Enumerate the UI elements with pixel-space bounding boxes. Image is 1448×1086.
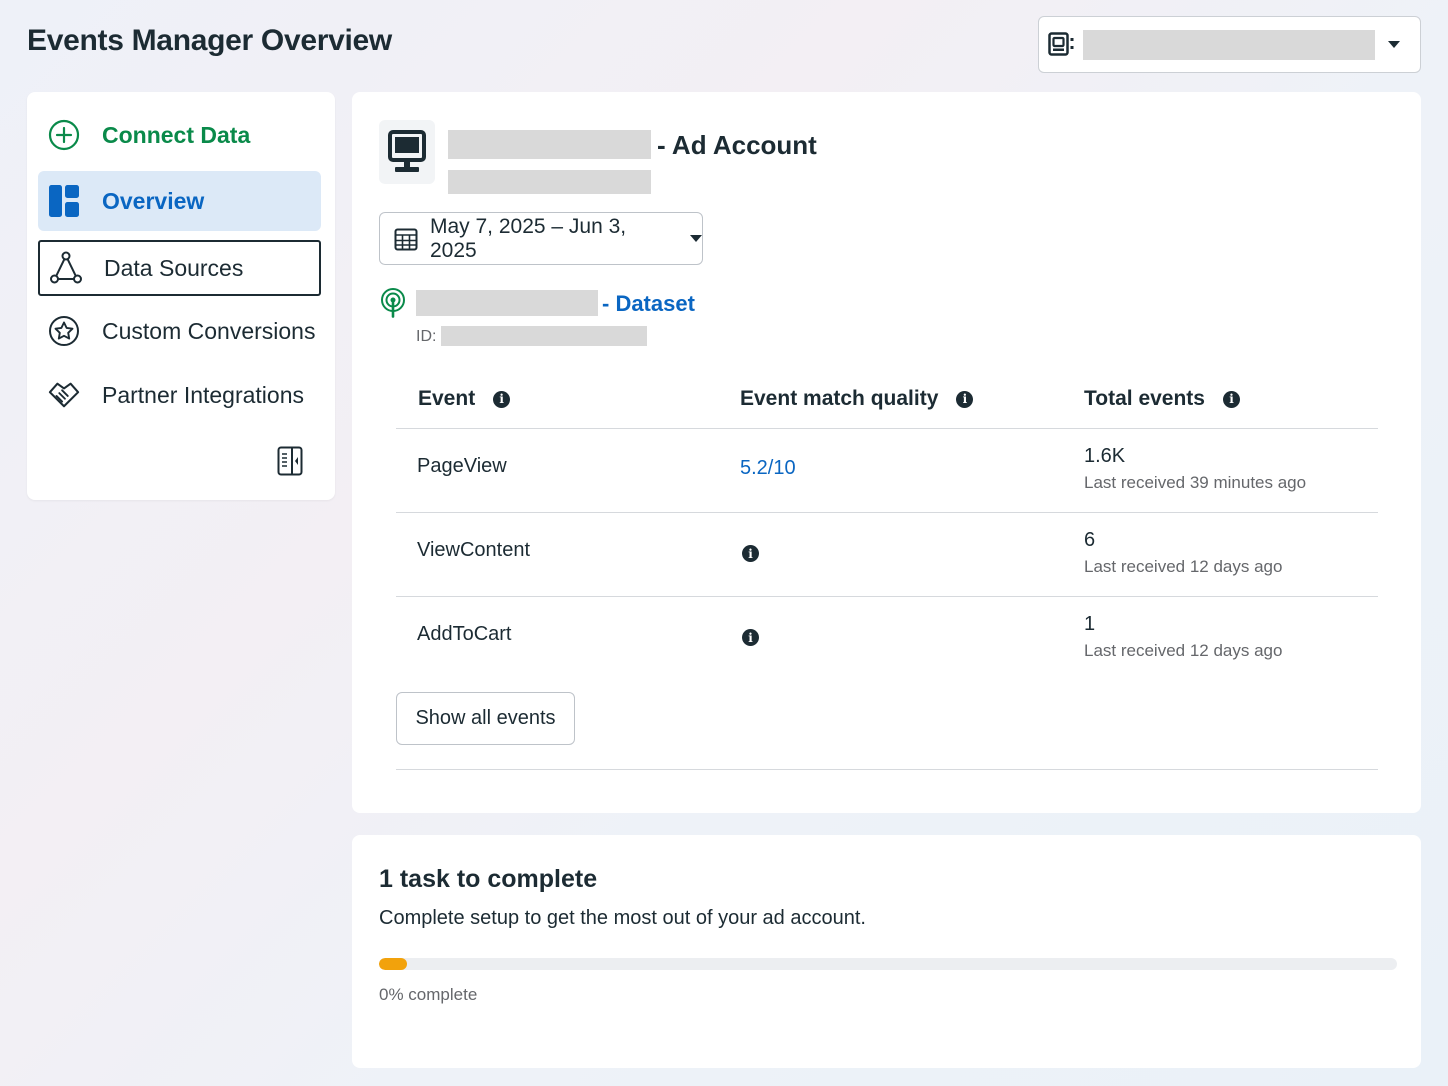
handshake-icon <box>48 379 80 411</box>
account-selector[interactable] <box>1038 16 1421 73</box>
nodes-icon <box>50 251 82 284</box>
calendar-icon <box>394 227 418 251</box>
desktop-icon <box>379 120 435 184</box>
sidebar-item-overview[interactable]: Overview <box>38 171 321 231</box>
page-title: Events Manager Overview <box>27 24 392 57</box>
account-name-redacted <box>1083 29 1375 60</box>
chevron-down-icon <box>690 235 702 242</box>
star-badge-icon <box>48 315 80 347</box>
dataset-id-label: ID: <box>416 328 437 345</box>
table-header: Event i Event match quality i Total even… <box>396 372 1378 429</box>
show-all-events-button[interactable]: Show all events <box>396 692 575 745</box>
progress-label: 0% complete <box>379 985 478 1004</box>
column-header-event: Event i <box>418 387 511 411</box>
dataset-link[interactable]: - Dataset <box>602 291 695 317</box>
sidebar-item-data-sources[interactable]: Data Sources <box>38 240 321 296</box>
info-icon[interactable]: i <box>956 390 974 408</box>
last-received: Last received 12 days ago <box>1084 641 1283 660</box>
date-range-label: May 7, 2025 – Jun 3, 2025 <box>430 214 627 262</box>
account-name-redacted <box>448 130 651 159</box>
dataset-name-redacted <box>416 290 598 316</box>
total-events: 1.6K <box>1084 445 1126 467</box>
sidebar-item-label: Custom Conversions <box>102 317 316 344</box>
overview-card: - Ad Account May 7, 2025 – Jun 3, 2025 -… <box>352 92 1421 813</box>
progress-bar <box>379 958 1397 970</box>
sidebar-item-partner-integrations[interactable]: Partner Integrations <box>38 366 321 424</box>
signal-icon <box>380 288 406 318</box>
last-received: Last received 39 minutes ago <box>1084 473 1307 492</box>
dashboard-icon <box>48 185 80 217</box>
sidebar-item-connect-data[interactable]: Connect Data <box>38 106 321 164</box>
progress-fill <box>379 958 407 970</box>
column-header-match-quality: Event match quality i <box>740 387 974 411</box>
dataset-id-redacted <box>441 326 647 346</box>
info-icon[interactable]: i <box>742 545 759 562</box>
match-quality-link[interactable]: 5.2/10 <box>740 457 796 480</box>
event-name: AddToCart <box>417 623 512 645</box>
table-row[interactable]: PageView 5.2/10 1.6K Last received 39 mi… <box>396 429 1378 513</box>
divider <box>396 769 1378 770</box>
event-name: PageView <box>417 455 507 477</box>
total-events: 1 <box>1084 613 1096 635</box>
sidebar-item-label: Partner Integrations <box>102 381 305 408</box>
date-range-picker[interactable]: May 7, 2025 – Jun 3, 2025 <box>379 212 703 265</box>
last-received: Last received 12 days ago <box>1084 557 1283 576</box>
table-row[interactable]: AddToCart i 1 Last received 12 days ago <box>396 597 1378 681</box>
info-icon[interactable]: i <box>493 390 511 408</box>
chevron-down-icon <box>1388 41 1400 48</box>
sidebar: Connect Data Overview Data Sources Custo… <box>27 92 335 500</box>
sidebar-item-label: Connect Data <box>102 121 251 148</box>
ad-account-label: - Ad Account <box>657 130 817 160</box>
account-id-redacted <box>448 170 651 194</box>
total-events: 6 <box>1084 529 1096 551</box>
tasks-subtitle: Complete setup to get the most out of yo… <box>379 907 866 929</box>
events-table: Event i Event match quality i Total even… <box>396 372 1378 681</box>
info-icon[interactable]: i <box>742 629 759 646</box>
plus-circle-icon <box>48 119 80 151</box>
tasks-card: 1 task to complete Complete setup to get… <box>352 835 1421 1068</box>
table-row[interactable]: ViewContent i 6 Last received 12 days ag… <box>396 513 1378 597</box>
business-account-icon <box>1047 30 1077 60</box>
sidebar-item-custom-conversions[interactable]: Custom Conversions <box>38 302 321 360</box>
tasks-title: 1 task to complete <box>379 865 598 893</box>
sidebar-item-label: Data Sources <box>104 254 244 281</box>
event-name: ViewContent <box>417 539 531 561</box>
column-header-total-events: Total events i <box>1084 387 1240 411</box>
sidebar-item-label: Overview <box>102 187 205 214</box>
collapse-panel-icon[interactable] <box>277 446 303 476</box>
info-icon[interactable]: i <box>1222 390 1240 408</box>
